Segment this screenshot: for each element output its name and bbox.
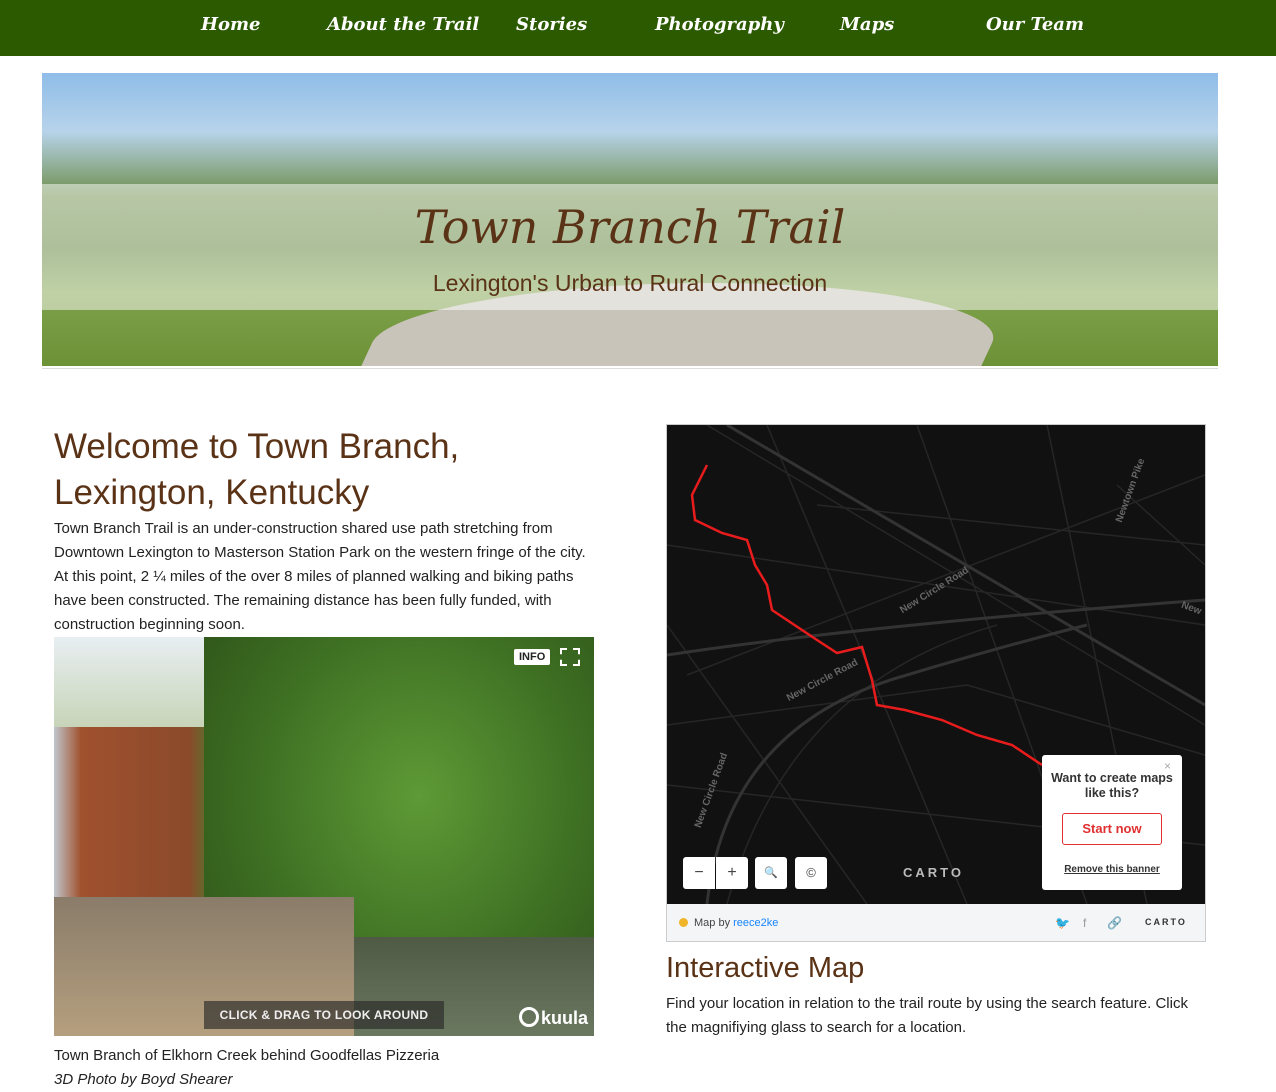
map-canvas[interactable]: New Circle Road New Circle Road New Circ… xyxy=(667,425,1205,904)
hero-title: Town Branch Trail xyxy=(414,200,846,254)
fullscreen-icon[interactable] xyxy=(560,648,580,666)
carto-footer-logo[interactable]: CARTO xyxy=(1145,917,1187,927)
nav-home[interactable]: Home xyxy=(201,14,261,35)
top-navigation: Home About the Trail Stories Photography… xyxy=(0,0,1276,56)
nav-stories[interactable]: Stories xyxy=(516,14,587,35)
photo-credit: 3D Photo by Boyd Shearer xyxy=(54,1071,233,1088)
info-button[interactable]: INFO xyxy=(514,649,551,665)
nav-our-team[interactable]: Our Team xyxy=(986,14,1084,35)
welcome-heading-line1: Welcome to Town Branch, xyxy=(54,427,460,466)
twitter-icon[interactable]: 🐦 xyxy=(1055,916,1070,930)
panorama-viewer[interactable]: INFO CLICK & DRAG TO LOOK AROUND kuula xyxy=(54,637,594,1036)
nav-maps[interactable]: Maps xyxy=(840,14,894,35)
author-link[interactable]: reece2ke xyxy=(733,917,778,929)
nav-photography[interactable]: Photography xyxy=(655,14,784,35)
attribution-button[interactable]: © xyxy=(795,857,827,889)
carto-logo: CARTO xyxy=(903,865,964,880)
carto-promo-popup: × Want to create maps like this? Start n… xyxy=(1042,755,1182,890)
search-icon[interactable]: 🔍 xyxy=(755,857,787,889)
kuula-logo[interactable]: kuula xyxy=(519,1007,588,1029)
link-icon[interactable]: 🔗 xyxy=(1107,916,1122,930)
map-credit: Map by reece2ke xyxy=(679,917,778,929)
hero-subtitle: Lexington's Urban to Rural Connection xyxy=(432,270,828,296)
interactive-map-heading: Interactive Map xyxy=(666,952,865,984)
map-embed: New Circle Road New Circle Road New Circ… xyxy=(666,424,1206,942)
photo-caption: Town Branch of Elkhorn Creek behind Good… xyxy=(54,1047,440,1064)
welcome-paragraph: Town Branch Trail is an under-constructi… xyxy=(54,520,586,633)
interactive-map-paragraph: Find your location in relation to the tr… xyxy=(666,995,1188,1036)
zoom-out-button[interactable]: − xyxy=(683,857,715,889)
map-footer: Map by reece2ke 🐦 f 🔗 CARTO xyxy=(667,904,1205,941)
map-by-label: Map by xyxy=(694,917,731,929)
kuula-label: kuula xyxy=(541,1008,589,1028)
promo-question: Want to create maps like this? xyxy=(1051,771,1173,800)
hero-banner: Town Branch Trail Lexington's Urban to R… xyxy=(42,73,1218,366)
drag-hint: CLICK & DRAG TO LOOK AROUND xyxy=(204,1001,444,1029)
kuula-icon xyxy=(519,1007,539,1027)
author-avatar xyxy=(679,918,688,927)
facebook-icon[interactable]: f xyxy=(1083,916,1086,930)
nav-about-the-trail[interactable]: About the Trail xyxy=(327,14,479,35)
start-now-button[interactable]: Start now xyxy=(1062,813,1162,845)
divider xyxy=(42,368,1218,369)
welcome-heading: Welcome to Town Branch, Lexington, Kentu… xyxy=(54,424,614,516)
welcome-heading-line2: Lexington, Kentucky xyxy=(54,473,370,512)
remove-banner-link[interactable]: Remove this banner xyxy=(1042,864,1182,875)
zoom-in-button[interactable]: + xyxy=(716,857,748,889)
